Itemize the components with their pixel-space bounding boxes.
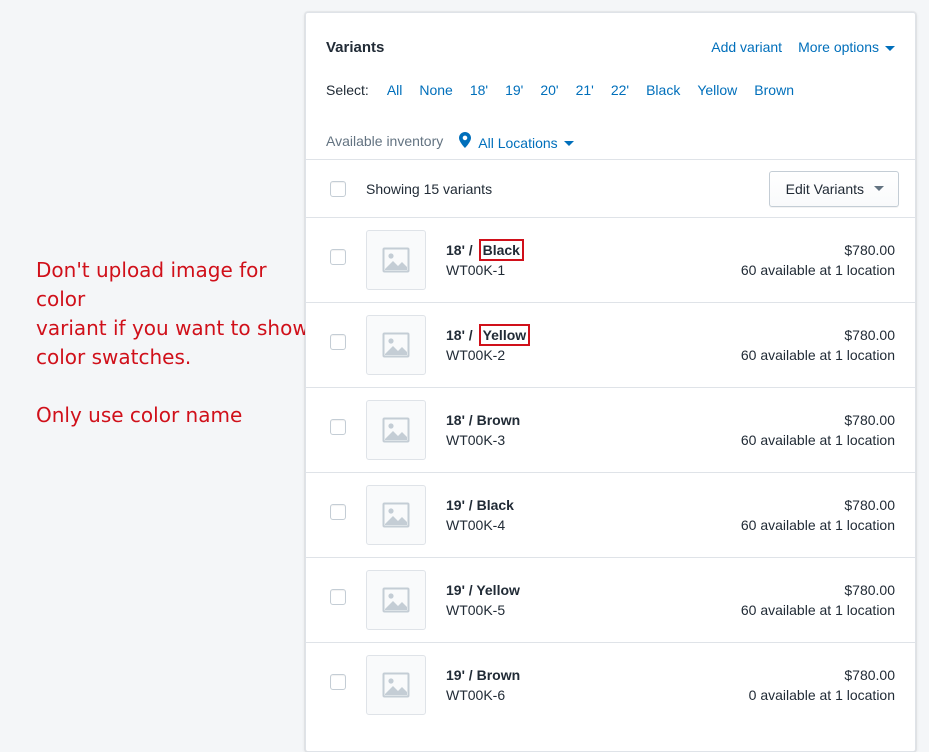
variant-size: 19' /	[446, 667, 473, 683]
variant-row[interactable]: 19' / Yellow WT00K-5 $780.00 60 availabl…	[306, 557, 915, 642]
variant-sku: WT00K-3	[446, 432, 506, 448]
locations-dropdown[interactable]: All Locations	[459, 131, 574, 151]
select-22-link[interactable]: 22'	[611, 82, 629, 98]
inventory-label: Available inventory	[326, 133, 444, 149]
image-icon	[382, 417, 410, 443]
highlighted-color-name: Black	[478, 239, 524, 261]
highlighted-color-name: Yellow	[478, 324, 531, 346]
image-placeholder-icon[interactable]	[366, 570, 426, 630]
select-19-link[interactable]: 19'	[505, 82, 523, 98]
image-placeholder-icon[interactable]	[366, 315, 426, 375]
variant-availability: 60 available at 1 location	[740, 602, 895, 618]
card-title: Variants	[326, 38, 385, 56]
variant-sku: WT00K-6	[446, 687, 506, 703]
image-placeholder-icon[interactable]	[366, 400, 426, 460]
variant-title: 18' / Yellow	[446, 324, 531, 346]
variant-availability: 60 available at 1 location	[740, 347, 895, 363]
image-icon	[382, 247, 410, 273]
caret-down-icon	[563, 141, 574, 147]
image-placeholder-icon[interactable]	[366, 230, 426, 290]
variant-title: 18' / Black	[446, 239, 524, 261]
variant-sku: WT00K-2	[446, 347, 506, 363]
variant-row[interactable]: 18' / Yellow WT00K-2 $780.00 60 availabl…	[306, 302, 915, 387]
variant-size: 18' /	[446, 327, 473, 343]
variant-price: $780.00	[844, 412, 895, 428]
select-row: Select: All None 18' 19' 20' 21' 22' Bla…	[326, 80, 811, 100]
select-none-link[interactable]: None	[419, 82, 452, 98]
variant-checkbox[interactable]	[330, 504, 346, 520]
variant-sku: WT00K-4	[446, 517, 506, 533]
variant-color: Black	[476, 497, 514, 513]
more-options-label: More options	[798, 39, 879, 55]
annotation-note: Don't upload image for color variant if …	[36, 256, 316, 430]
variant-size: 19' /	[446, 582, 473, 598]
annotation-line: variant if you want to show	[36, 316, 309, 340]
card-header: Variants Add variant More options	[326, 37, 895, 57]
variant-row[interactable]: 19' / Brown WT00K-6 $780.00 0 available …	[306, 642, 915, 727]
variant-availability: 60 available at 1 location	[740, 517, 895, 533]
variant-color: Brown	[476, 667, 521, 683]
add-variant-link[interactable]: Add variant	[711, 39, 782, 55]
image-placeholder-icon[interactable]	[366, 485, 426, 545]
variant-checkbox[interactable]	[330, 589, 346, 605]
variant-price: $780.00	[844, 327, 895, 343]
variant-price: $780.00	[844, 497, 895, 513]
location-pin-icon	[459, 131, 472, 148]
image-placeholder-icon[interactable]	[366, 655, 426, 715]
select-label: Select:	[326, 82, 369, 98]
header-actions: Add variant More options	[711, 39, 895, 55]
variant-checkbox[interactable]	[330, 674, 346, 690]
variant-row[interactable]: 18' / Black WT00K-1 $780.00 60 available…	[306, 217, 915, 302]
variant-size: 19' /	[446, 497, 473, 513]
locations-label: All Locations	[478, 134, 558, 151]
select-yellow-link[interactable]: Yellow	[697, 82, 737, 98]
image-icon	[382, 587, 410, 613]
annotation-line: Only use color name	[36, 403, 243, 427]
caret-down-icon	[885, 45, 895, 51]
showing-count: Showing 15 variants	[366, 180, 493, 197]
image-icon	[382, 332, 410, 358]
variant-title: 19' / Black	[446, 497, 514, 513]
variant-row[interactable]: 18' / Brown WT00K-3 $780.00 60 available…	[306, 387, 915, 472]
select-brown-link[interactable]: Brown	[754, 82, 794, 98]
select-21-link[interactable]: 21'	[576, 82, 594, 98]
caret-down-icon	[874, 186, 884, 191]
inventory-row: Available inventory All Locations	[326, 131, 574, 151]
variant-availability: 0 available at 1 location	[748, 687, 895, 703]
select-black-link[interactable]: Black	[646, 82, 680, 98]
variant-availability: 60 available at 1 location	[740, 432, 895, 448]
variant-size: 18' /	[446, 412, 473, 428]
select-20-link[interactable]: 20'	[540, 82, 558, 98]
select-all-link[interactable]: All	[387, 82, 403, 98]
edit-variants-button[interactable]: Edit Variants	[768, 170, 899, 207]
variants-toolbar: Showing 15 variants Edit Variants	[306, 160, 915, 217]
variants-card: Variants Add variant More options Select…	[305, 12, 916, 752]
annotation-line: color swatches.	[36, 345, 192, 369]
variant-sku: WT00K-1	[446, 262, 506, 278]
variant-row[interactable]: 19' / Black WT00K-4 $780.00 60 available…	[306, 472, 915, 557]
image-icon	[382, 672, 410, 698]
variant-checkbox[interactable]	[330, 249, 346, 265]
select-all-checkbox[interactable]	[330, 180, 346, 197]
variant-checkbox[interactable]	[330, 419, 346, 435]
variant-price: $780.00	[844, 242, 895, 258]
variant-title: 19' / Yellow	[446, 582, 520, 598]
variant-checkbox[interactable]	[330, 334, 346, 350]
variant-availability: 60 available at 1 location	[740, 262, 895, 278]
select-18-link[interactable]: 18'	[470, 82, 488, 98]
image-icon	[382, 502, 410, 528]
variant-price: $780.00	[844, 667, 895, 683]
variant-sku: WT00K-5	[446, 602, 506, 618]
variant-title: 18' / Brown	[446, 412, 520, 428]
variant-color: Yellow	[476, 582, 520, 598]
variant-price: $780.00	[844, 582, 895, 598]
edit-variants-label: Edit Variants	[785, 180, 864, 197]
variant-color: Brown	[476, 412, 521, 428]
annotation-line: Don't upload image for color	[36, 258, 267, 311]
variant-title: 19' / Brown	[446, 667, 520, 683]
more-options-button[interactable]: More options	[798, 39, 895, 55]
variant-size: 18' /	[446, 242, 473, 258]
